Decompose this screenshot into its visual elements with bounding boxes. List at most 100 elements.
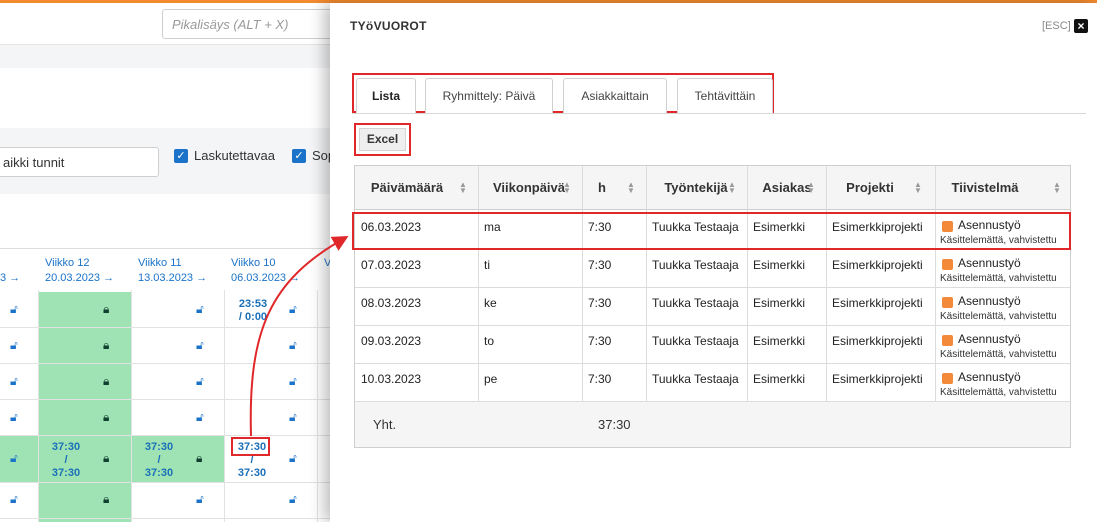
sort-icon[interactable]: ▲ ▼ <box>459 181 467 195</box>
grid-row-line <box>0 435 340 436</box>
status-indicator <box>942 259 953 270</box>
sort-icon[interactable]: ▲ ▼ <box>914 181 922 195</box>
cell-client: Esimerkki <box>753 296 806 310</box>
table-row[interactable]: 07.03.2023 ti 7:30 Tuukka Testaaja Esime… <box>355 250 1070 288</box>
grid-col-line <box>317 290 318 522</box>
lock-open-icon[interactable]: 🔓︎ <box>196 410 204 425</box>
cell-date: 08.03.2023 <box>361 296 422 310</box>
cell-weekday: ke <box>484 296 497 310</box>
status-indicator <box>942 335 953 346</box>
checkbox-billable-label: Laskutettavaa <box>194 148 275 163</box>
cell-summary: Asennustyö <box>958 332 1021 346</box>
shifts-table: Päivämäärä ▲ ▼ Viikonpäivä ▲ ▼ h ▲ ▼ Työnte… <box>354 165 1071 448</box>
week-header-11[interactable]: Viikko 11 13.03.2023 → <box>138 256 207 286</box>
lock-open-icon[interactable]: 🔓︎ <box>289 492 297 507</box>
cell-hours: 7:30 <box>588 296 612 310</box>
cell-hours: 7:30 <box>588 334 612 348</box>
week-header-12[interactable]: Viikko 12 20.03.2023 → <box>45 256 114 286</box>
cell-hours: 7:30 <box>588 258 612 272</box>
tabs-underline <box>352 113 1086 114</box>
lock-closed-icon[interactable]: 🔒︎ <box>103 338 109 353</box>
cell-summary: Asennustyö <box>958 370 1021 384</box>
footer-label: Yht. <box>373 417 397 432</box>
lock-open-icon[interactable]: 🔓︎ <box>289 374 297 389</box>
close-icon[interactable]: × <box>1074 19 1088 33</box>
grid-divider <box>0 248 340 249</box>
cell-status: Käsittelemättä, vahvistettu <box>940 349 1057 360</box>
checkbox-billable[interactable]: ✓ <box>174 149 188 163</box>
lock-open-icon[interactable]: 🔓︎ <box>10 451 18 466</box>
status-indicator <box>942 373 953 384</box>
tab-list[interactable]: Lista <box>356 78 416 114</box>
week10-total-highlight <box>231 437 270 456</box>
week10-day-time[interactable]: 23:53/ 0:00 <box>237 298 269 324</box>
grid-row-line <box>0 518 340 519</box>
cell-project: Esimerkkiprojekti <box>832 258 923 272</box>
cell-weekday: to <box>484 334 495 348</box>
content-panel <box>0 68 340 128</box>
cell-date: 10.03.2023 <box>361 372 422 386</box>
sort-icon[interactable]: ▲ ▼ <box>1053 181 1061 195</box>
lock-closed-icon[interactable]: 🔒︎ <box>103 492 109 507</box>
week11-total[interactable]: 37:30/37:30 <box>143 441 175 480</box>
tab-group-by-day[interactable]: Ryhmittely: Päivä <box>425 78 553 114</box>
lock-open-icon[interactable]: 🔓︎ <box>10 374 18 389</box>
cell-weekday: ti <box>484 258 490 272</box>
cell-status: Käsittelemättä, vahvistettu <box>940 311 1057 322</box>
cell-date: 07.03.2023 <box>361 258 422 272</box>
table-row[interactable]: 09.03.2023 to 7:30 Tuukka Testaaja Esime… <box>355 326 1070 364</box>
lock-closed-icon[interactable]: 🔒︎ <box>103 410 109 425</box>
lock-closed-icon[interactable]: 🔒︎ <box>196 451 202 466</box>
sort-icon[interactable]: ▲ ▼ <box>807 181 815 195</box>
lock-open-icon[interactable]: 🔓︎ <box>289 451 297 466</box>
sort-icon[interactable]: ▲ ▼ <box>563 181 571 195</box>
grid-col-line <box>224 290 225 522</box>
cell-status: Käsittelemättä, vahvistettu <box>940 387 1057 398</box>
cell-summary: Asennustyö <box>958 256 1021 270</box>
lock-closed-icon[interactable]: 🔒︎ <box>103 302 109 317</box>
lock-open-icon[interactable]: 🔓︎ <box>289 338 297 353</box>
week12-total[interactable]: 37:30/37:30 <box>50 441 82 480</box>
checkbox-contract[interactable]: ✓ <box>292 149 306 163</box>
col-header-project[interactable]: Projekti <box>827 166 913 210</box>
lock-open-icon[interactable]: 🔓︎ <box>10 492 18 507</box>
table-row[interactable]: 10.03.2023 pe 7:30 Tuukka Testaaja Esime… <box>355 364 1070 402</box>
week-header-prev[interactable]: 3 → <box>0 271 20 286</box>
sort-icon[interactable]: ▲ ▼ <box>627 181 635 195</box>
lock-open-icon[interactable]: 🔓︎ <box>10 338 18 353</box>
lock-open-icon[interactable]: 🔓︎ <box>10 410 18 425</box>
shifts-modal: TYöVUOROT [ESC] × Lista Ryhmittely: Päiv… <box>330 3 1097 522</box>
cell-weekday: pe <box>484 372 498 386</box>
tab-by-task[interactable]: Tehtävittäin <box>677 78 773 114</box>
table-header: Päivämäärä ▲ ▼ Viikonpäivä ▲ ▼ h ▲ ▼ Työnte… <box>355 166 1070 210</box>
tab-by-client[interactable]: Asiakkaittain <box>563 78 667 114</box>
col-header-summary[interactable]: Tiivistelmä <box>935 166 1035 210</box>
footer-total-hours: 37:30 <box>598 417 631 432</box>
sort-icon[interactable]: ▲ ▼ <box>728 181 736 195</box>
cell-project: Esimerkkiprojekti <box>832 296 923 310</box>
lock-open-icon[interactable]: 🔓︎ <box>10 302 18 317</box>
lock-closed-icon[interactable]: 🔒︎ <box>103 451 109 466</box>
week-header-10[interactable]: Viikko 10 06.03.2023 → <box>231 256 300 286</box>
table-row[interactable]: 08.03.2023 ke 7:30 Tuukka Testaaja Esime… <box>355 288 1070 326</box>
modal-title: TYöVUOROT <box>350 19 427 33</box>
col-header-hours[interactable]: h <box>582 166 622 210</box>
excel-highlight: Excel <box>354 123 411 156</box>
lock-open-icon[interactable]: 🔓︎ <box>289 302 297 317</box>
lock-closed-icon[interactable]: 🔒︎ <box>103 374 109 389</box>
grid-row-line <box>0 327 340 328</box>
lock-open-icon[interactable]: 🔓︎ <box>196 492 204 507</box>
excel-button[interactable]: Excel <box>359 128 406 151</box>
all-hours-select[interactable]: aikki tunnit <box>0 147 159 177</box>
lock-open-icon[interactable]: 🔓︎ <box>196 302 204 317</box>
cell-employee: Tuukka Testaaja <box>652 296 739 310</box>
col-header-date[interactable]: Päivämäärä <box>355 166 459 210</box>
tab-group-highlight: Lista Ryhmittely: Päivä Asiakkaittain Te… <box>352 73 774 114</box>
lock-open-icon[interactable]: 🔓︎ <box>196 374 204 389</box>
lock-open-icon[interactable]: 🔓︎ <box>196 338 204 353</box>
grid-row-line <box>0 399 340 400</box>
cell-client: Esimerkki <box>753 258 806 272</box>
lock-open-icon[interactable]: 🔓︎ <box>289 410 297 425</box>
cell-employee: Tuukka Testaaja <box>652 258 739 272</box>
cell-employee: Tuukka Testaaja <box>652 334 739 348</box>
